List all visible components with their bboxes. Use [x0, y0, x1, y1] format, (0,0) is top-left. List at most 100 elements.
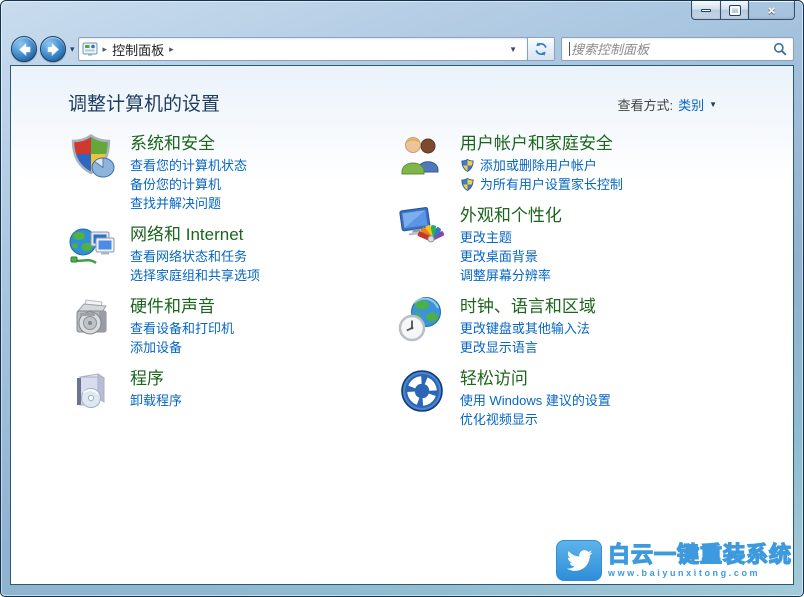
link-add-device[interactable]: 添加设备	[130, 338, 234, 357]
category-title-appearance-personalization[interactable]: 外观和个性化	[460, 205, 562, 227]
link-parental-controls[interactable]: 为所有用户设置家长控制	[460, 175, 623, 194]
link-label: 卸载程序	[130, 391, 182, 410]
clock-language-icon[interactable]	[398, 295, 446, 343]
refresh-button[interactable]	[527, 37, 555, 61]
view-by-control: 查看方式: 类别 ▼	[617, 95, 717, 114]
link-change-keyboards-input-methods[interactable]: 更改键盘或其他输入法	[460, 319, 596, 338]
close-icon: ×	[768, 4, 776, 17]
bird-logo-icon	[556, 540, 602, 581]
link-change-desktop-background[interactable]: 更改桌面背景	[460, 247, 562, 266]
link-label: 查看您的计算机状态	[130, 156, 247, 175]
magnifier-icon[interactable]	[773, 42, 787, 56]
link-find-and-fix-problems[interactable]: 查找并解决问题	[130, 194, 247, 213]
search-box[interactable]	[561, 37, 794, 61]
watermark-text: 白云一键重装系统 www.baiyunxitong.com	[608, 543, 792, 578]
link-label: 使用 Windows 建议的设置	[460, 391, 611, 410]
category-links: 更改主题更改桌面背景调整屏幕分辨率	[460, 228, 562, 285]
category-programs: 程序卸载程序	[68, 367, 398, 415]
left-column: 系统和安全查看您的计算机状态备份您的计算机查找并解决问题 网络和 Interne…	[68, 132, 398, 439]
control-panel-window: × ▾ ▸ 控制面板	[0, 0, 804, 597]
forward-arrow-icon	[46, 42, 61, 57]
category-links: 查看网络状态和任务选择家庭组和共享选项	[130, 247, 260, 285]
category-title-network-and-internet[interactable]: 网络和 Internet	[130, 224, 243, 246]
category-links: 查看您的计算机状态备份您的计算机查找并解决问题	[130, 156, 247, 213]
link-label: 更改显示语言	[460, 338, 538, 357]
link-optimize-visual-display[interactable]: 优化视频显示	[460, 410, 611, 429]
category-links: 查看设备和打印机添加设备	[130, 319, 234, 357]
uac-shield-icon	[460, 158, 475, 173]
search-input[interactable]	[571, 42, 773, 57]
close-button[interactable]: ×	[749, 1, 795, 20]
link-homegroup-sharing-options[interactable]: 选择家庭组和共享选项	[130, 266, 260, 285]
view-by-value[interactable]: 类别	[678, 95, 704, 114]
address-dropdown-arrow-icon[interactable]: ▼	[503, 38, 523, 60]
category-body: 外观和个性化更改主题更改桌面背景调整屏幕分辨率	[460, 204, 562, 285]
control-panel-icon	[82, 41, 98, 57]
ease-of-access-icon[interactable]	[398, 367, 446, 415]
link-label: 调整屏幕分辨率	[460, 266, 551, 285]
maximize-button[interactable]	[721, 1, 749, 20]
link-use-windows-suggested-settings[interactable]: 使用 Windows 建议的设置	[460, 391, 611, 410]
right-column: 用户帐户和家庭安全 添加或删除用户帐户 为所有用户设置家长控制 外观和个性化更改…	[398, 132, 793, 439]
category-title-clock-language-region[interactable]: 时钟、语言和区域	[460, 296, 596, 318]
category-body: 轻松访问使用 Windows 建议的设置优化视频显示	[460, 367, 611, 429]
link-backup-computer[interactable]: 备份您的计算机	[130, 175, 247, 194]
category-hardware-and-sound: 硬件和声音查看设备和打印机添加设备	[68, 295, 398, 357]
breadcrumb-separator-icon[interactable]: ▸	[169, 44, 174, 55]
back-button[interactable]	[11, 36, 37, 62]
page-title: 调整计算机的设置	[68, 89, 220, 116]
link-uninstall-program[interactable]: 卸载程序	[130, 391, 182, 410]
link-label: 添加或删除用户帐户	[480, 156, 597, 175]
link-label: 添加设备	[130, 338, 182, 357]
category-title-hardware-and-sound[interactable]: 硬件和声音	[130, 296, 215, 318]
link-change-theme[interactable]: 更改主题	[460, 228, 562, 247]
back-arrow-icon	[17, 42, 32, 57]
link-label: 查找并解决问题	[130, 194, 221, 213]
category-body: 用户帐户和家庭安全 添加或删除用户帐户 为所有用户设置家长控制	[460, 132, 623, 194]
category-title-programs[interactable]: 程序	[130, 368, 164, 390]
security-shield-icon[interactable]	[68, 132, 116, 180]
category-clock-language-region: 时钟、语言和区域更改键盘或其他输入法更改显示语言	[398, 295, 793, 357]
link-adjust-screen-resolution[interactable]: 调整屏幕分辨率	[460, 266, 562, 285]
appearance-icon[interactable]	[398, 204, 446, 252]
category-system-and-security: 系统和安全查看您的计算机状态备份您的计算机查找并解决问题	[68, 132, 398, 213]
category-ease-of-access: 轻松访问使用 Windows 建议的设置优化视频显示	[398, 367, 793, 429]
link-label: 为所有用户设置家长控制	[480, 175, 623, 194]
link-label: 备份您的计算机	[130, 175, 221, 194]
content-header: 调整计算机的设置 查看方式: 类别 ▼	[11, 66, 793, 132]
view-by-label: 查看方式:	[617, 95, 673, 114]
link-label: 查看设备和打印机	[130, 319, 234, 338]
category-body: 硬件和声音查看设备和打印机添加设备	[130, 295, 234, 357]
network-internet-icon[interactable]	[68, 223, 116, 271]
link-view-network-status-tasks[interactable]: 查看网络状态和任务	[130, 247, 260, 266]
user-accounts-icon[interactable]	[398, 132, 446, 180]
category-title-user-accounts-family-safety[interactable]: 用户帐户和家庭安全	[460, 133, 613, 155]
address-bar[interactable]: ▸ 控制面板 ▸ ▼	[78, 37, 528, 61]
link-add-remove-user-accounts[interactable]: 添加或删除用户帐户	[460, 156, 623, 175]
link-label: 选择家庭组和共享选项	[130, 266, 260, 285]
window-controls: ×	[691, 1, 795, 20]
recent-pages-dropdown[interactable]: ▾	[70, 44, 75, 55]
breadcrumb-control-panel[interactable]: 控制面板	[112, 40, 164, 59]
view-by-dropdown-icon[interactable]: ▼	[709, 100, 717, 109]
category-links: 更改键盘或其他输入法更改显示语言	[460, 319, 596, 357]
link-view-computer-status[interactable]: 查看您的计算机状态	[130, 156, 247, 175]
breadcrumb-separator-icon: ▸	[103, 44, 108, 55]
category-title-system-and-security[interactable]: 系统和安全	[130, 133, 215, 155]
forward-button[interactable]	[40, 36, 66, 62]
link-view-devices-and-printers[interactable]: 查看设备和打印机	[130, 319, 234, 338]
content-area: 调整计算机的设置 查看方式: 类别 ▼ 系统和安全查看您的计算机状态备份您的计算…	[10, 65, 794, 585]
category-columns: 系统和安全查看您的计算机状态备份您的计算机查找并解决问题 网络和 Interne…	[11, 132, 793, 439]
maximize-icon	[730, 6, 740, 15]
category-user-accounts-family-safety: 用户帐户和家庭安全 添加或删除用户帐户 为所有用户设置家长控制	[398, 132, 793, 194]
category-body: 程序卸载程序	[130, 367, 182, 415]
category-body: 系统和安全查看您的计算机状态备份您的计算机查找并解决问题	[130, 132, 247, 213]
hardware-sound-icon[interactable]	[68, 295, 116, 343]
link-change-display-language[interactable]: 更改显示语言	[460, 338, 596, 357]
minimize-button[interactable]	[691, 1, 721, 20]
category-links: 使用 Windows 建议的设置优化视频显示	[460, 391, 611, 429]
programs-icon[interactable]	[68, 367, 116, 415]
category-title-ease-of-access[interactable]: 轻松访问	[460, 368, 528, 390]
link-label: 更改键盘或其他输入法	[460, 319, 590, 338]
link-label: 优化视频显示	[460, 410, 538, 429]
